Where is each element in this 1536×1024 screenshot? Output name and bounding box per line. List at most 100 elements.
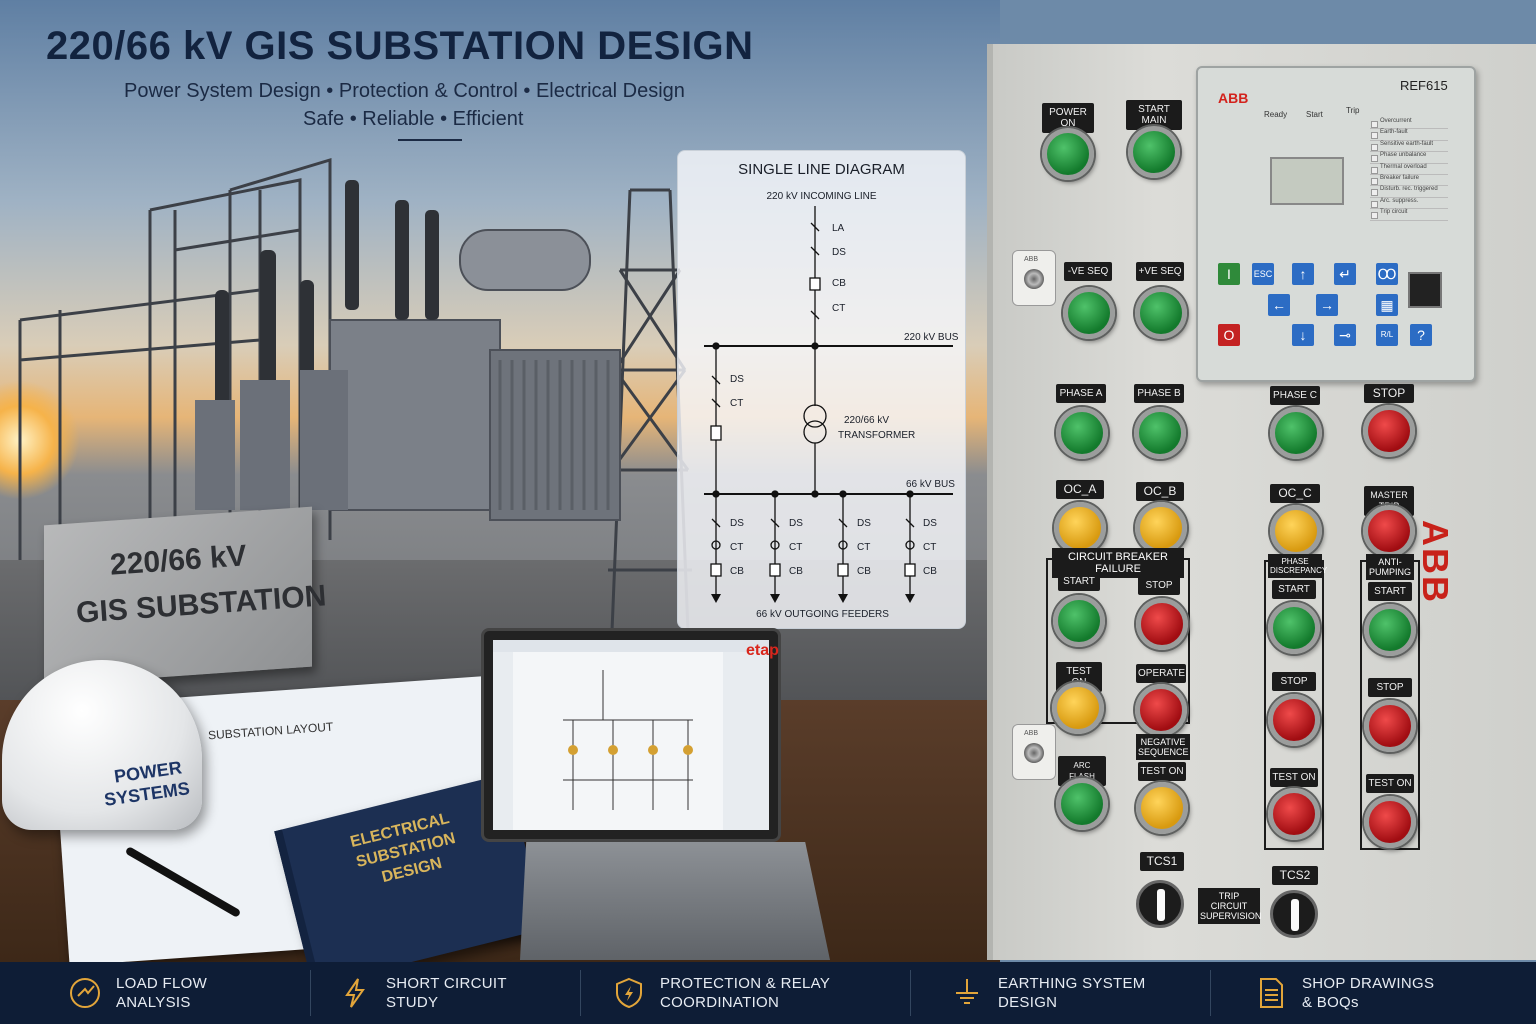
relay-model: REF615 [1400, 78, 1448, 93]
tcs2-selector-switch[interactable] [1270, 890, 1318, 938]
service-label-line2: COORDINATION [660, 994, 780, 1011]
ap-test-on-button[interactable] [1364, 796, 1416, 848]
oc-b-label: OC_B [1136, 482, 1184, 501]
service-earthing[interactable]: EARTHING SYSTEM DESIGN [950, 962, 1146, 1024]
sld-label-cb: CB [857, 566, 871, 577]
service-label-line1: PROTECTION & RELAY [660, 975, 831, 992]
pd-stop-button[interactable] [1268, 694, 1320, 746]
laptop-keyboard [520, 842, 830, 960]
service-label: SHORT CIRCUIT STUDY [386, 974, 507, 1012]
cbf-start-button[interactable] [1053, 595, 1105, 647]
oc-c-lamp [1270, 505, 1322, 557]
cbf-test-on-button[interactable] [1052, 682, 1104, 734]
pos-seq-lamp [1135, 287, 1187, 339]
stop-label: STOP [1364, 384, 1414, 403]
service-shop-drawings[interactable]: SHOP DRAWINGS & BOQs [1254, 962, 1434, 1024]
sld-label-cb: CB [923, 566, 937, 577]
footer-divider [910, 970, 911, 1016]
laptop-display [493, 640, 769, 830]
tcs-label-2: SUPERVISION [1200, 911, 1262, 921]
relay-enter-button[interactable]: ↵ [1334, 263, 1356, 285]
ap-test-on-label: TEST ON [1366, 774, 1414, 793]
ap-start-button[interactable] [1364, 604, 1416, 656]
sld-label-cb: CB [832, 278, 846, 289]
start-main-button[interactable] [1128, 126, 1180, 178]
anti-pumping-label-1: ANTI- [1378, 557, 1402, 567]
pd-start-button[interactable] [1268, 602, 1320, 654]
shield-icon [616, 977, 642, 1009]
earth-icon [956, 979, 978, 1004]
pos-seq-label: +VE SEQ [1136, 262, 1184, 281]
neg-seq-label: -VE SEQ [1064, 262, 1112, 281]
service-label-line1: SHOP DRAWINGS [1302, 975, 1435, 992]
subtitle-disciplines: Power System Design • Protection & Contr… [124, 80, 685, 102]
sld-label-ds: DS [730, 518, 744, 529]
relay-open-button[interactable]: O [1218, 324, 1240, 346]
sld-label-ds: DS [923, 518, 937, 529]
negative-sequence-label-1: NEGATIVE [1140, 737, 1186, 747]
ap-stop-button[interactable] [1364, 700, 1416, 752]
relay-close-button[interactable]: I [1218, 263, 1240, 285]
relay-esc-button[interactable]: ESC [1252, 263, 1274, 285]
negative-sequence-label: NEGATIVE SEQUENCE [1136, 734, 1190, 760]
relay-led-label: Trip circuit [1370, 209, 1448, 221]
footer-divider [1210, 970, 1211, 1016]
sld-label-ct: CT [730, 542, 744, 553]
single-line-diagram: SINGLE LINE DIAGRAM 220 kV INCOMING LINE [677, 150, 966, 629]
sld-drawing [704, 206, 953, 603]
relay-down-button[interactable]: ↓ [1292, 324, 1314, 346]
relay-left-button[interactable]: ← [1268, 294, 1290, 316]
footer-divider [310, 970, 311, 1016]
sld-label-transformer-rating: 220/66 kV [844, 415, 890, 426]
tcs2-label: TCS2 [1272, 866, 1318, 885]
relay-status-trip: Trip [1346, 106, 1360, 115]
service-load-flow[interactable]: LOAD FLOW ANALYSIS [68, 962, 207, 1024]
service-short-circuit[interactable]: SHORT CIRCUIT STUDY [338, 962, 507, 1024]
service-label-line2: & BOQs [1302, 994, 1359, 1011]
relay-menu-button[interactable]: Ꝏ [1376, 263, 1398, 285]
title-underline [398, 139, 462, 141]
relay-up-button[interactable]: ↑ [1292, 263, 1314, 285]
master-trip-button[interactable] [1363, 505, 1415, 557]
relay-lcd-screen [1270, 157, 1344, 205]
page-title: 220/66 kV GIS SUBSTATION DESIGN [46, 24, 754, 68]
trip-circuit-supervision-label: TRIP CIRCUIT SUPERVISION [1198, 888, 1262, 924]
service-label-line2: DESIGN [998, 994, 1058, 1011]
keylock-brand: ABB [1024, 730, 1039, 737]
relay-help-button[interactable]: ? [1410, 324, 1432, 346]
negative-sequence-label-2: SEQUENCE [1138, 747, 1189, 757]
stop-button[interactable] [1363, 405, 1415, 457]
pd-test-on-button[interactable] [1268, 788, 1320, 840]
service-protection[interactable]: PROTECTION & RELAY COORDINATION [612, 962, 830, 1024]
relay-clear-button[interactable]: ▦ [1376, 294, 1398, 316]
relay-rl-button[interactable]: R/L [1376, 324, 1398, 346]
relay-led-label: Sensitive earth-fault [1370, 141, 1448, 153]
relay-led-label: Overcurrent [1370, 118, 1448, 130]
service-label: LOAD FLOW ANALYSIS [116, 974, 207, 1012]
sld-label-66-bus: 66 kV BUS [906, 479, 955, 490]
oc-b-lamp [1135, 502, 1187, 554]
tcs1-selector-switch[interactable] [1136, 880, 1184, 928]
relay-key-button[interactable]: ⊸ [1334, 324, 1356, 346]
sld-label-cb: CB [789, 566, 803, 577]
service-label-line1: EARTHING SYSTEM [998, 975, 1146, 992]
phase-c-lamp [1270, 407, 1322, 459]
service-label: PROTECTION & RELAY COORDINATION [660, 974, 830, 1012]
sld-label-ct: CT [789, 542, 803, 553]
sld-label-transformer: TRANSFORMER [838, 430, 916, 441]
etap-logo: etap [746, 642, 779, 659]
sld-label-ds: DS [832, 247, 846, 258]
cbf-operate-button[interactable] [1135, 684, 1187, 736]
phase-discrepancy-label-1: PHASE [1281, 557, 1309, 566]
sld-label-la: LA [832, 223, 845, 234]
etap-sld-view [493, 640, 769, 830]
sld-label-ct: CT [730, 398, 744, 409]
phase-discrepancy-label-2: DISCREPANCY [1270, 566, 1328, 575]
service-label-line2: STUDY [386, 994, 439, 1011]
abb-side-logo: ABB [1415, 520, 1456, 604]
ns-test-on-button[interactable] [1136, 782, 1188, 834]
pd-test-on-label: TEST ON [1270, 768, 1318, 787]
cbf-stop-button[interactable] [1136, 598, 1188, 650]
relay-right-button[interactable]: → [1316, 294, 1338, 316]
phase-a-label: PHASE A [1056, 384, 1106, 403]
